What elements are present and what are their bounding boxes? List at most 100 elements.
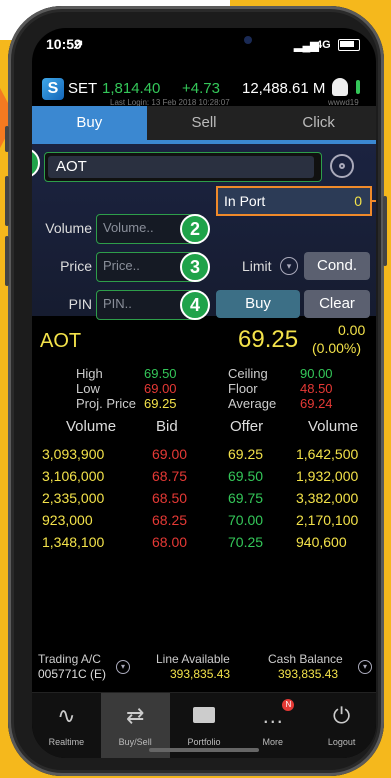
power-button — [383, 196, 387, 266]
bid-volume: 2,335,000 — [42, 490, 105, 506]
average-label: Average — [228, 396, 277, 411]
in-port-box: In Port 0 — [216, 186, 372, 216]
volume-up-button — [5, 176, 9, 226]
proj-label: Proj. Price — [76, 396, 136, 411]
market-index: 1,814.40 — [102, 80, 161, 97]
power-icon: ⏻ — [332, 703, 351, 728]
phone-frame: 10:59 ↗ ▂▄▆ 4G S SET 1,814.40 +4.73 12,4… — [5, 6, 387, 776]
mute-switch — [5, 126, 9, 152]
tab-logout[interactable]: ⏻ Logout — [307, 693, 376, 758]
average-value: 69.24 — [300, 396, 333, 411]
buy-button[interactable]: Buy — [216, 290, 300, 318]
proj-value: 69.25 — [144, 396, 177, 411]
swap-arrows-icon: ⇄ — [125, 703, 145, 728]
bid-price: 68.00 — [152, 534, 188, 550]
more-dots-icon: … — [261, 703, 284, 728]
user-icon[interactable] — [332, 78, 348, 96]
tab-realtime[interactable]: ∿ Realtime — [32, 693, 101, 758]
offer-price: 69.75 — [228, 490, 264, 506]
order-book-row: 2,335,000 68.50 69.75 3,382,000 — [32, 490, 376, 512]
offer-volume-header: Volume — [308, 418, 359, 435]
offer-price: 69.50 — [228, 468, 264, 484]
offer-volume: 2,170,100 — [296, 512, 359, 528]
quote-change: 0.00 — [338, 322, 366, 338]
cash-dropdown-icon[interactable]: ▾ — [358, 660, 372, 674]
ceiling-value: 90.00 — [300, 366, 333, 381]
tab-click[interactable]: Click — [261, 106, 376, 140]
account-summary: Trading A/C 005771C (E) ▾ Line Available… — [32, 650, 376, 690]
trading-account-value: 005771C (E) — [38, 667, 107, 681]
home-indicator — [149, 748, 259, 752]
tab-buy[interactable]: Buy — [32, 106, 147, 140]
offer-volume: 1,932,000 — [296, 468, 359, 484]
limit-label: Limit — [242, 258, 272, 274]
camera-icon — [244, 36, 252, 44]
bid-price: 68.25 — [152, 512, 188, 528]
battery-icon — [338, 39, 360, 51]
limit-dropdown-icon[interactable]: ▾ — [280, 257, 298, 275]
bid-volume: 1,348,100 — [42, 534, 105, 550]
ceiling-label: Ceiling — [228, 366, 268, 381]
high-value: 69.50 — [144, 366, 177, 381]
tab-realtime-label: Realtime — [48, 737, 85, 747]
order-book-row: 3,093,900 69.00 69.25 1,642,500 — [32, 446, 376, 468]
tab-more-label: More — [262, 737, 284, 747]
account-dropdown-icon[interactable]: ▾ — [116, 660, 130, 674]
folder-icon — [192, 707, 215, 723]
signal-icon: ▂▄▆ — [294, 40, 319, 52]
bid-volume: 923,000 — [42, 512, 93, 528]
tab-buy-sell-label: Buy/Sell — [118, 737, 152, 747]
symbol-input[interactable]: AOT — [48, 156, 314, 178]
low-label: Low — [76, 381, 100, 396]
pin-label: PIN — [68, 296, 92, 312]
connection-indicator — [356, 80, 360, 94]
bid-volume: 3,093,900 — [42, 446, 105, 462]
network-type: 4G — [316, 39, 331, 51]
search-icon[interactable] — [330, 154, 354, 178]
offer-price: 69.25 — [228, 446, 264, 462]
bid-price: 68.50 — [152, 490, 188, 506]
volume-placeholder: Volume.. — [103, 220, 154, 235]
annotation-badge-2: 2 — [180, 214, 210, 244]
market-change: +4.73 — [182, 80, 220, 97]
order-panel: AOT Volume Volume.. In Port 0 Price Pric… — [32, 144, 376, 320]
trade-tabs: Buy Sell Click — [32, 106, 376, 140]
volume-label: Volume — [45, 220, 92, 236]
tab-portfolio-label: Portfolio — [187, 737, 221, 747]
quote-symbol: AOT — [40, 330, 82, 352]
market-value: 12,488.61 M — [242, 80, 326, 97]
annotation-badge-3: 3 — [180, 252, 210, 282]
tab-logout-label: Logout — [327, 737, 356, 747]
floor-value: 48.50 — [300, 381, 333, 396]
order-book-row: 1,348,100 68.00 70.25 940,600 — [32, 534, 376, 556]
offer-price: 70.25 — [228, 534, 264, 550]
app-screen: 10:59 ↗ ▂▄▆ 4G S SET 1,814.40 +4.73 12,4… — [32, 28, 376, 758]
bid-header: Bid — [156, 418, 178, 435]
market-ticker: S SET 1,814.40 +4.73 12,488.61 M Last Lo… — [32, 76, 376, 107]
bid-price: 69.00 — [152, 446, 188, 462]
cash-balance-label: Cash Balance — [268, 652, 343, 666]
location-arrow-icon: ↗ — [72, 36, 84, 52]
volume-down-button — [5, 236, 9, 286]
price-label: Price — [60, 258, 92, 274]
offer-header: Offer — [230, 418, 264, 435]
bid-volume: 3,106,000 — [42, 468, 105, 484]
low-value: 69.00 — [144, 381, 177, 396]
cond-button[interactable]: Cond. — [304, 252, 370, 280]
notch — [122, 28, 288, 52]
market-name: SET — [68, 80, 98, 97]
bid-volume-header: Volume — [66, 418, 117, 435]
in-port-label: In Port — [224, 193, 266, 209]
annotation-badge-1: 1 — [32, 148, 40, 178]
line-available-label: Line Available — [156, 652, 230, 666]
tab-sell[interactable]: Sell — [147, 106, 262, 140]
quote-last-price: 69.25 — [238, 326, 299, 353]
notification-badge: N — [282, 699, 295, 711]
high-label: High — [76, 366, 103, 381]
clear-button[interactable]: Clear — [304, 290, 370, 318]
line-available-value: 393,835.43 — [170, 667, 231, 681]
offer-volume: 940,600 — [296, 534, 347, 550]
symbol-field-frame: AOT — [44, 152, 322, 182]
quote-percent: (0.00%) — [312, 340, 362, 356]
price-placeholder: Price.. — [103, 258, 140, 273]
